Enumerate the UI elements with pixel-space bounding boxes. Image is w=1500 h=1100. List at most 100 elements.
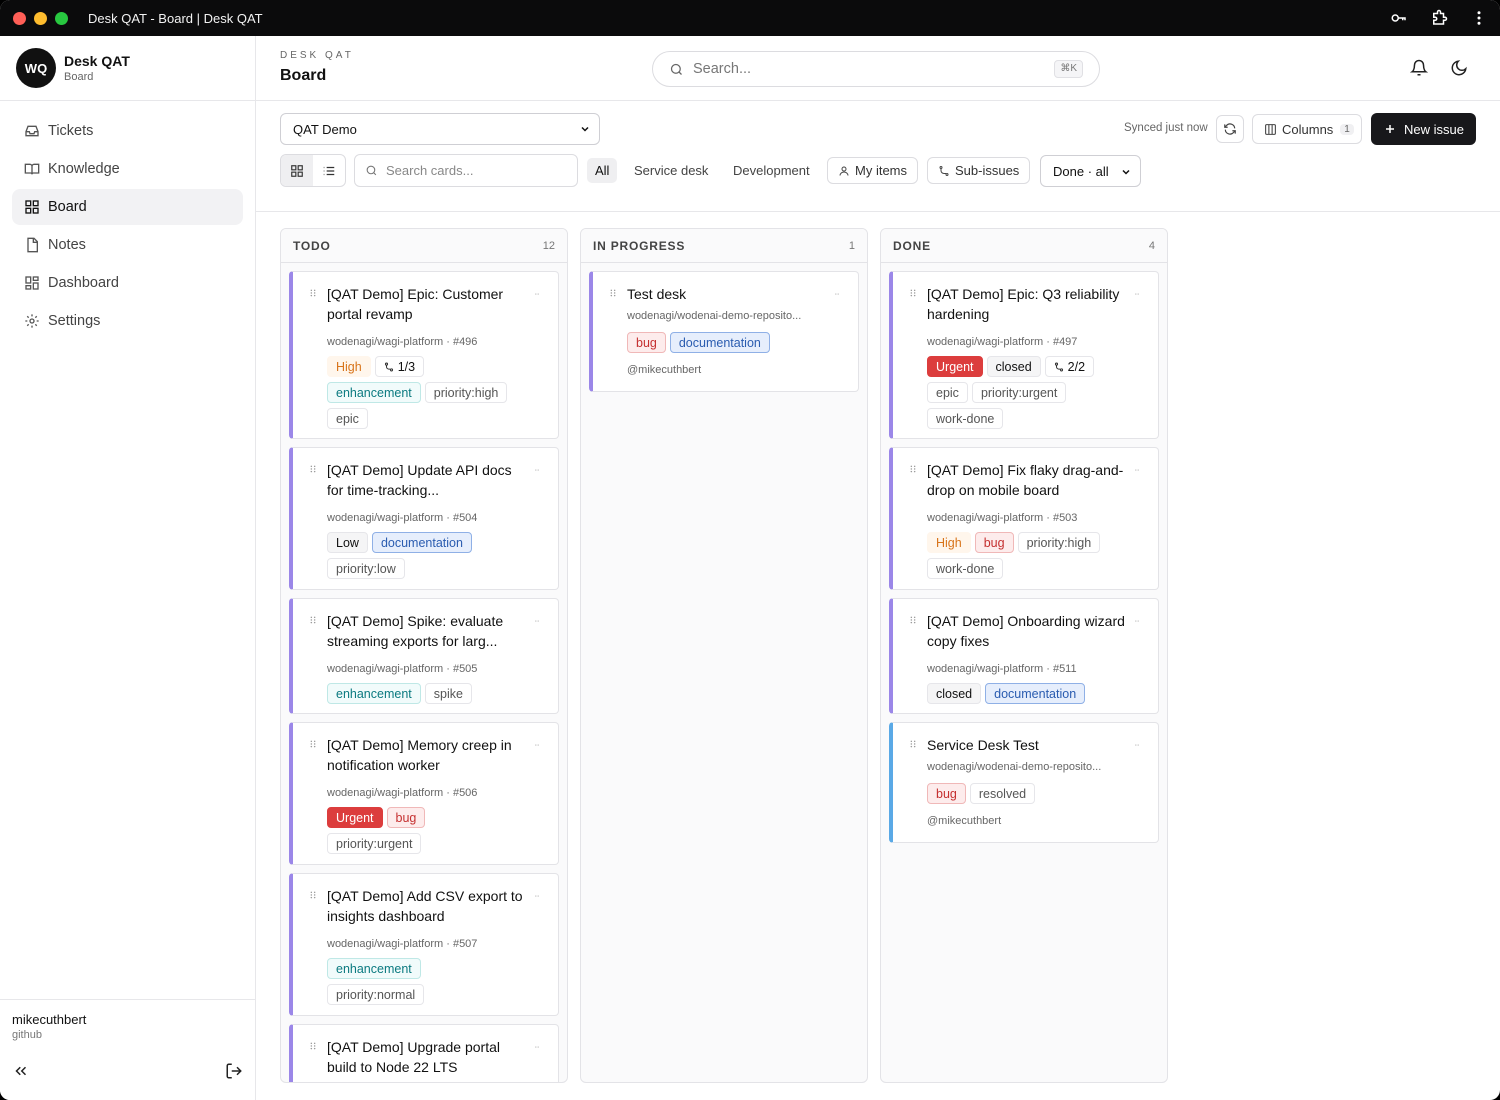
app-window: Desk QAT - Board | Desk QAT WQ Desk QAT …: [0, 0, 1500, 1100]
close-window-button[interactable]: [13, 11, 26, 25]
done-filter-value: Done · all: [1053, 163, 1109, 179]
card-title[interactable]: [QAT Demo] Epic: Customer portal revamp: [327, 284, 527, 324]
sidebar-item-label: Dashboard: [48, 275, 119, 291]
card-search-input[interactable]: Search cards...: [354, 154, 578, 187]
card-label: documentation: [371, 532, 472, 553]
sidebar-item-notes[interactable]: Notes: [12, 227, 243, 263]
sidebar-item-dashboard[interactable]: Dashboard: [12, 265, 243, 301]
card-tag-row: epic: [327, 408, 368, 429]
card-title[interactable]: [QAT Demo] Add CSV export to insights da…: [327, 886, 527, 926]
issue-card[interactable]: [QAT Demo] Epic: Customer portal revamp w…: [289, 271, 559, 439]
issue-card[interactable]: Service Desk Test wodenagi/wodenai-demo-r…: [889, 722, 1159, 843]
workspace-avatar: WQ: [16, 48, 56, 88]
sidebar-item-settings[interactable]: Settings: [12, 303, 243, 339]
issue-card[interactable]: [QAT Demo] Add CSV export to insights da…: [289, 873, 559, 1016]
card-label: Urgent: [327, 807, 383, 828]
more-icon[interactable]: [1130, 292, 1144, 296]
issue-card[interactable]: [QAT Demo] Onboarding wizard copy fixes w…: [889, 598, 1159, 714]
sub-issues-label: Sub-issues: [955, 163, 1020, 178]
label-text: enhancement: [336, 686, 412, 701]
card-repo-meta: wodenagi/wagi-platform · #506: [327, 787, 478, 799]
collapse-sidebar-icon[interactable]: [12, 1062, 30, 1080]
card-title[interactable]: Service Desk Test: [927, 735, 1127, 755]
done-filter-select[interactable]: Done · all: [1040, 155, 1141, 187]
sidebar-item-tickets[interactable]: Tickets: [12, 113, 243, 149]
more-icon[interactable]: [530, 1045, 544, 1049]
label-text: work-done: [936, 561, 995, 576]
card-title[interactable]: [QAT Demo] Spike: evaluate streaming exp…: [327, 611, 527, 651]
card-title[interactable]: [QAT Demo] Epic: Q3 reliability hardenin…: [927, 284, 1127, 324]
filter-all[interactable]: All: [587, 158, 618, 183]
page-title: Board: [280, 67, 327, 84]
search-placeholder: Search...: [693, 61, 752, 77]
sidebar-item-knowledge[interactable]: Knowledge: [12, 151, 243, 187]
card-title[interactable]: [QAT Demo] Memory creep in notification …: [327, 735, 527, 775]
refresh-button[interactable]: [1216, 115, 1244, 143]
issue-card[interactable]: [QAT Demo] Update API docs for time-trac…: [289, 447, 559, 590]
logout-icon[interactable]: [225, 1062, 243, 1080]
label-text: bug: [936, 786, 957, 801]
card-title[interactable]: [QAT Demo] Upgrade portal build to Node …: [327, 1037, 527, 1077]
bell-icon[interactable]: [1410, 59, 1428, 77]
card-label: priority:high: [424, 382, 508, 403]
more-icon[interactable]: [830, 292, 844, 296]
issue-card[interactable]: [QAT Demo] Epic: Q3 reliability hardenin…: [889, 271, 1159, 439]
sub-issue-progress: 1/3: [374, 356, 425, 377]
card-tag-row: Urgent bug: [327, 807, 426, 828]
issue-card[interactable]: [QAT Demo] Upgrade portal build to Node …: [289, 1024, 559, 1082]
project-select[interactable]: QAT Demo: [280, 113, 600, 145]
minimize-window-button[interactable]: [34, 11, 47, 25]
new-issue-label: New issue: [1404, 121, 1464, 137]
board-column-done: DONE 4 [QAT Demo] Epic: Q3 reliability ha…: [880, 228, 1168, 1083]
more-icon[interactable]: [530, 292, 544, 296]
board-view-button[interactable]: [281, 155, 313, 186]
new-issue-button[interactable]: New issue: [1371, 113, 1476, 145]
refresh-icon: [1224, 123, 1236, 135]
my-items-label: My items: [855, 163, 907, 178]
board-column-todo: TODO 12 [QAT Demo] Epic: Customer portal …: [280, 228, 568, 1083]
extension-icon[interactable]: [1430, 9, 1448, 27]
more-icon[interactable]: [1130, 619, 1144, 623]
label-text: bug: [983, 535, 1005, 550]
more-icon[interactable]: [530, 894, 544, 898]
brand[interactable]: WQ Desk QAT Board: [0, 36, 255, 101]
card-tag-row: priority:low: [327, 558, 405, 579]
sidebar-item-board[interactable]: Board: [12, 189, 243, 225]
card-assignee: @mikecuthbert: [927, 815, 1002, 827]
filter-service-desk[interactable]: Service desk: [626, 158, 716, 183]
more-icon[interactable]: [530, 619, 544, 623]
card-title[interactable]: [QAT Demo] Fix flaky drag-and-drop on mo…: [927, 460, 1127, 500]
more-icon[interactable]: [1130, 743, 1144, 747]
maximize-window-button[interactable]: [55, 11, 68, 25]
card-tag-row: enhancement priority:high: [327, 382, 508, 403]
drag-handle-icon: [910, 465, 916, 473]
label-text: documentation: [994, 686, 1077, 701]
moon-icon[interactable]: [1450, 59, 1468, 77]
card-tag-row: bug resolved: [927, 783, 1036, 804]
search-icon: [366, 165, 377, 176]
card-title[interactable]: [QAT Demo] Onboarding wizard copy fixes: [927, 611, 1127, 651]
more-icon[interactable]: [530, 743, 544, 747]
global-search-input[interactable]: Search... ⌘K: [652, 51, 1100, 87]
my-items-button[interactable]: My items: [827, 157, 918, 184]
issue-card[interactable]: [QAT Demo] Spike: evaluate streaming exp…: [289, 598, 559, 714]
issue-card[interactable]: [QAT Demo] Fix flaky drag-and-drop on mo…: [889, 447, 1159, 590]
card-label: enhancement: [327, 683, 421, 704]
card-title[interactable]: Test desk: [627, 284, 827, 304]
card-title[interactable]: [QAT Demo] Update API docs for time-trac…: [327, 460, 527, 500]
key-icon[interactable]: [1390, 9, 1408, 27]
sub-issues-button[interactable]: Sub-issues: [927, 157, 1031, 184]
drag-handle-icon: [310, 740, 316, 748]
more-vertical-icon[interactable]: [1470, 9, 1488, 27]
more-icon[interactable]: [530, 468, 544, 472]
label-text: priority:high: [1026, 535, 1092, 550]
user-panel: mikecuthbert github: [0, 999, 255, 1100]
card-tag-row: priority:normal: [327, 984, 425, 1005]
issue-card[interactable]: Test desk wodenagi/wodenai-demo-reposito.…: [589, 271, 859, 392]
filter-development[interactable]: Development: [725, 158, 818, 183]
list-view-button[interactable]: [313, 155, 345, 186]
issue-card[interactable]: [QAT Demo] Memory creep in notification …: [289, 722, 559, 865]
more-icon[interactable]: [1130, 468, 1144, 472]
label-text: Low: [336, 535, 359, 550]
columns-button[interactable]: Columns 1: [1252, 114, 1362, 144]
